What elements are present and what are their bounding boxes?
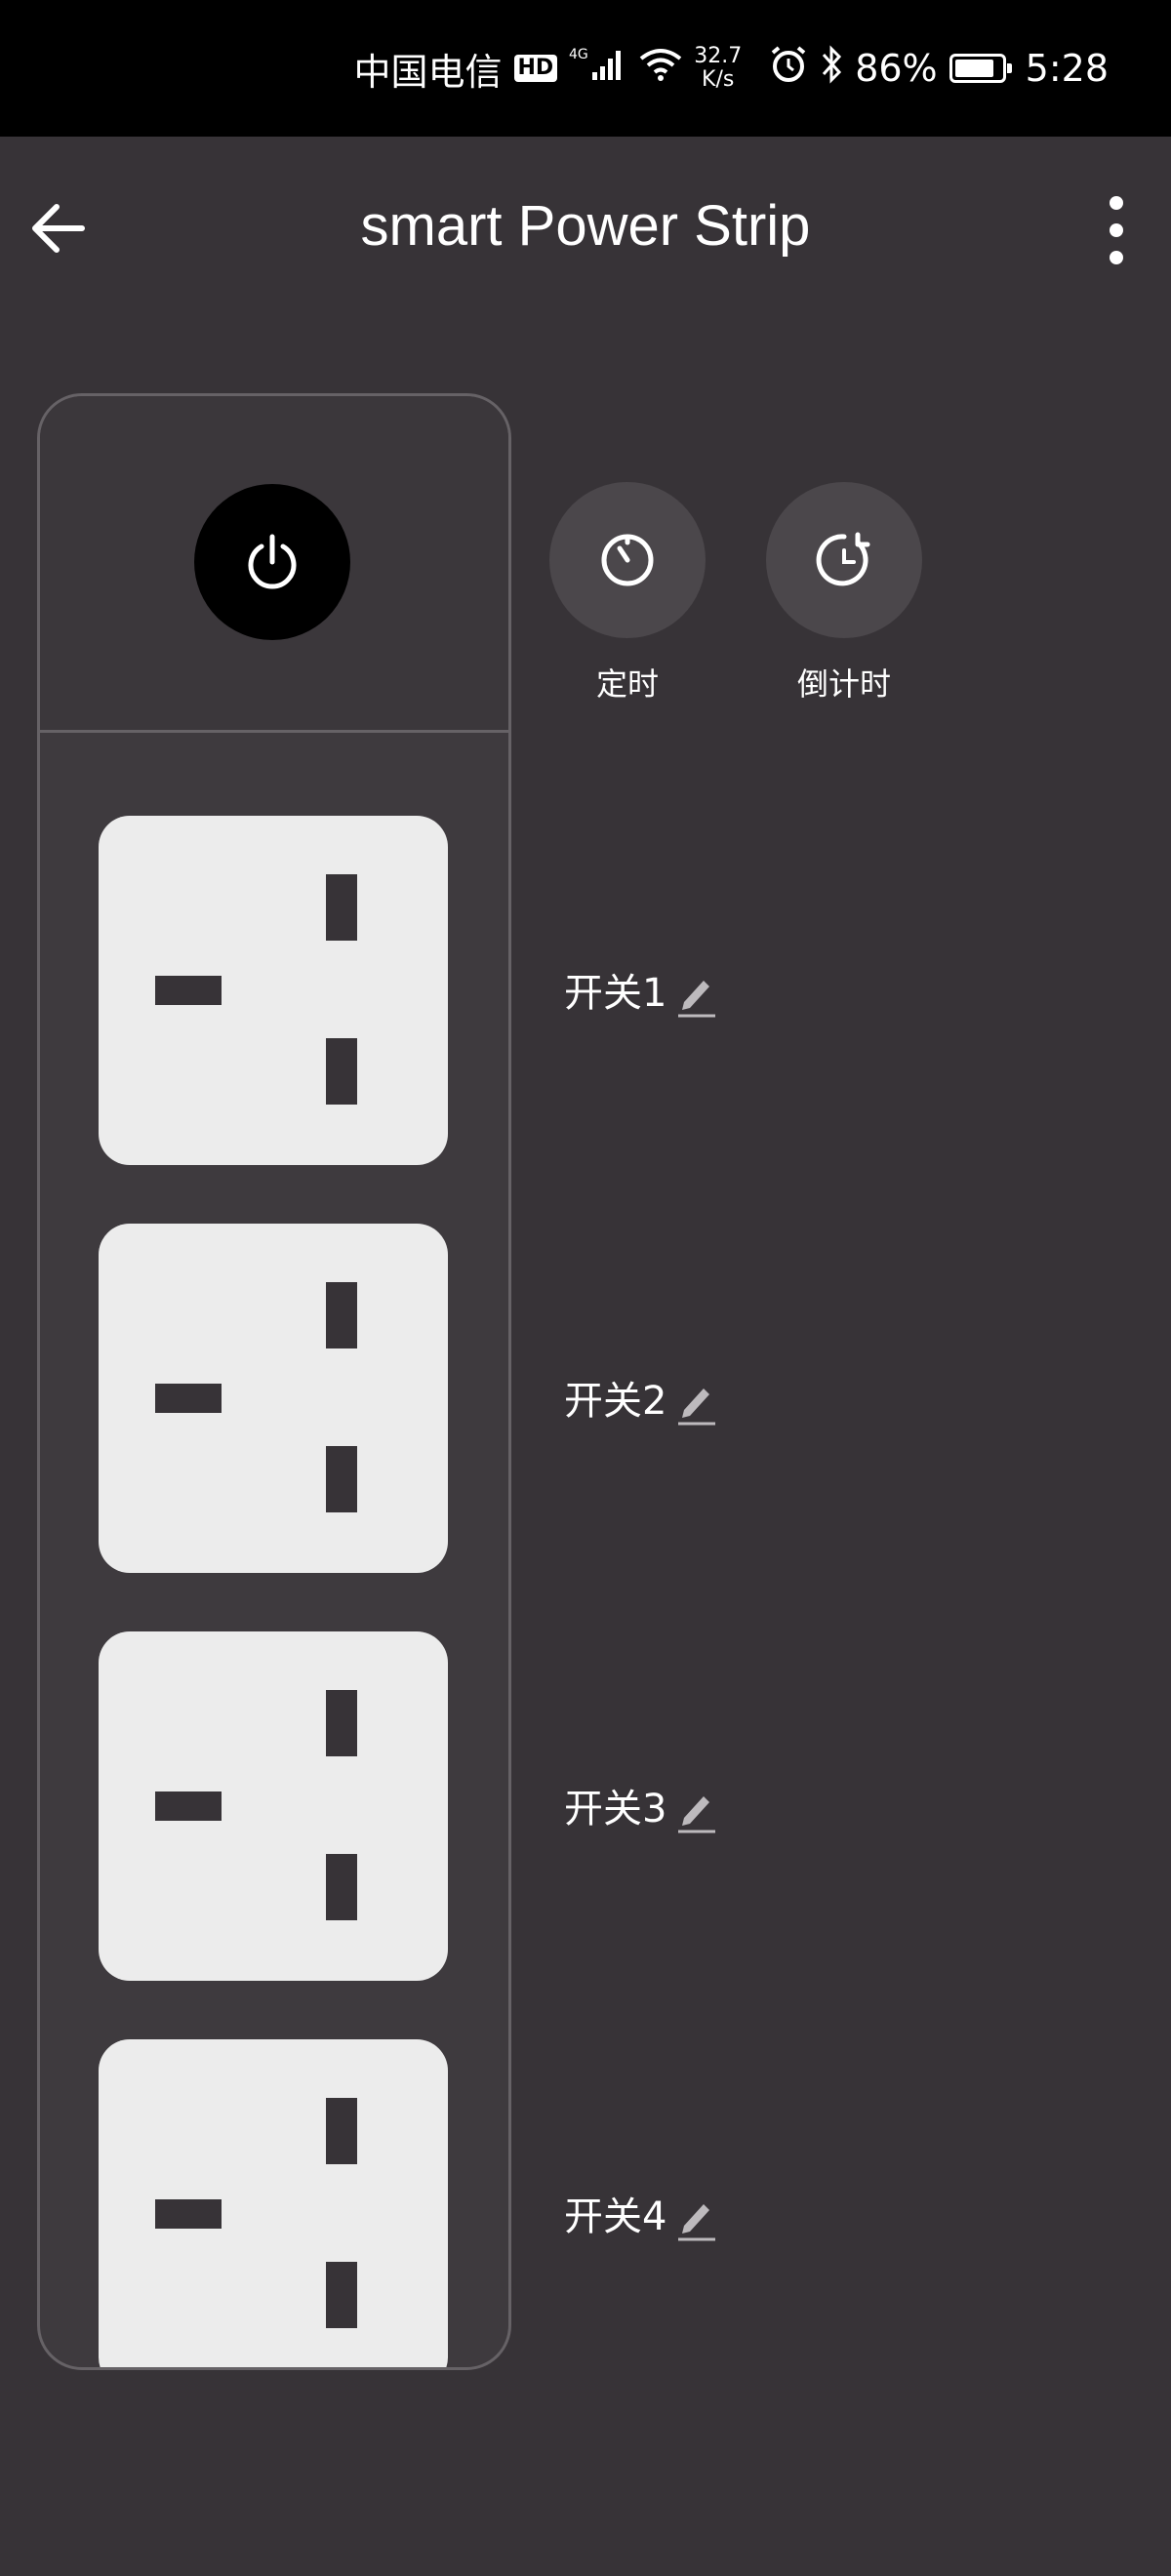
switch-label: 开关3 [564, 1787, 667, 1831]
socket-2[interactable] [99, 1224, 448, 1573]
edit-switch-4-button[interactable] [676, 2196, 717, 2241]
switch-row-4: 开关4 [564, 2185, 717, 2241]
signal-icon: 4G [569, 45, 627, 93]
timer-label: 定时 [595, 665, 659, 703]
master-power-button[interactable] [194, 484, 350, 640]
switch-row-1: 开关1 [564, 961, 717, 1018]
power-strip-top [40, 396, 508, 733]
battery-icon [949, 54, 1012, 83]
switch-label: 开关4 [564, 2194, 667, 2239]
timer-button[interactable] [549, 482, 706, 638]
socket-pin [155, 1791, 222, 1821]
socket-pin [326, 874, 357, 941]
battery-fill [954, 60, 994, 77]
status-bar-right: 中国电信 HD 4G 32.7 K/s 86% 5:28 [354, 0, 1110, 137]
socket-pin [326, 1854, 357, 1920]
clock-time: 5:28 [1025, 47, 1109, 90]
bluetooth-icon [820, 44, 843, 93]
timer-action[interactable]: 定时 [549, 482, 706, 704]
socket-pin [155, 976, 222, 1005]
switch-label: 开关2 [564, 1379, 667, 1424]
socket-pin [326, 1038, 357, 1105]
switch-row-3: 开关3 [564, 1777, 717, 1833]
countdown-button[interactable] [766, 482, 922, 638]
carrier-name: 中国电信 [353, 50, 503, 94]
app-header: smart Power Strip [0, 137, 1171, 322]
edit-switch-2-button[interactable] [676, 1381, 717, 1426]
battery-percent: 86% [855, 47, 938, 90]
more-options-button[interactable] [1091, 191, 1142, 269]
pencil-icon [678, 2204, 716, 2241]
power-icon [248, 534, 297, 589]
edit-switch-3-button[interactable] [676, 1789, 717, 1833]
network-type: 4G [569, 47, 588, 62]
socket-4[interactable] [99, 2039, 448, 2367]
wifi-icon [639, 47, 682, 91]
timer-icon [601, 534, 654, 586]
page-title: smart Power Strip [360, 194, 811, 258]
socket-pin [326, 1690, 357, 1756]
network-speed-unit: K/s [702, 67, 735, 92]
socket-pin [326, 2262, 357, 2328]
countdown-label: 倒计时 [796, 665, 891, 703]
alarm-icon [769, 45, 808, 93]
pencil-icon [678, 1389, 716, 1426]
countdown-action[interactable]: 倒计时 [766, 482, 922, 704]
socket-pin [326, 1446, 357, 1512]
socket-1[interactable] [99, 816, 448, 1165]
pencil-icon [678, 981, 716, 1018]
power-strip-panel [37, 393, 511, 2370]
switch-row-2: 开关2 [564, 1369, 717, 1426]
socket-pin [155, 2199, 222, 2229]
network-speed: 32.7 K/s [694, 45, 742, 92]
hd-badge: HD [513, 55, 558, 82]
switch-label: 开关1 [564, 971, 667, 1016]
pencil-icon [678, 1796, 716, 1833]
network-speed-value: 32.7 [694, 44, 743, 68]
socket-pin [326, 2098, 357, 2164]
edit-switch-1-button[interactable] [676, 973, 717, 1018]
more-vertical-icon [1110, 196, 1123, 264]
socket-pin [155, 1384, 222, 1413]
status-bar: 中国电信 HD 4G 32.7 K/s 86% 5:28 [0, 0, 1171, 137]
countdown-icon [816, 532, 870, 586]
socket-pin [326, 1282, 357, 1348]
socket-3[interactable] [99, 1631, 448, 1981]
